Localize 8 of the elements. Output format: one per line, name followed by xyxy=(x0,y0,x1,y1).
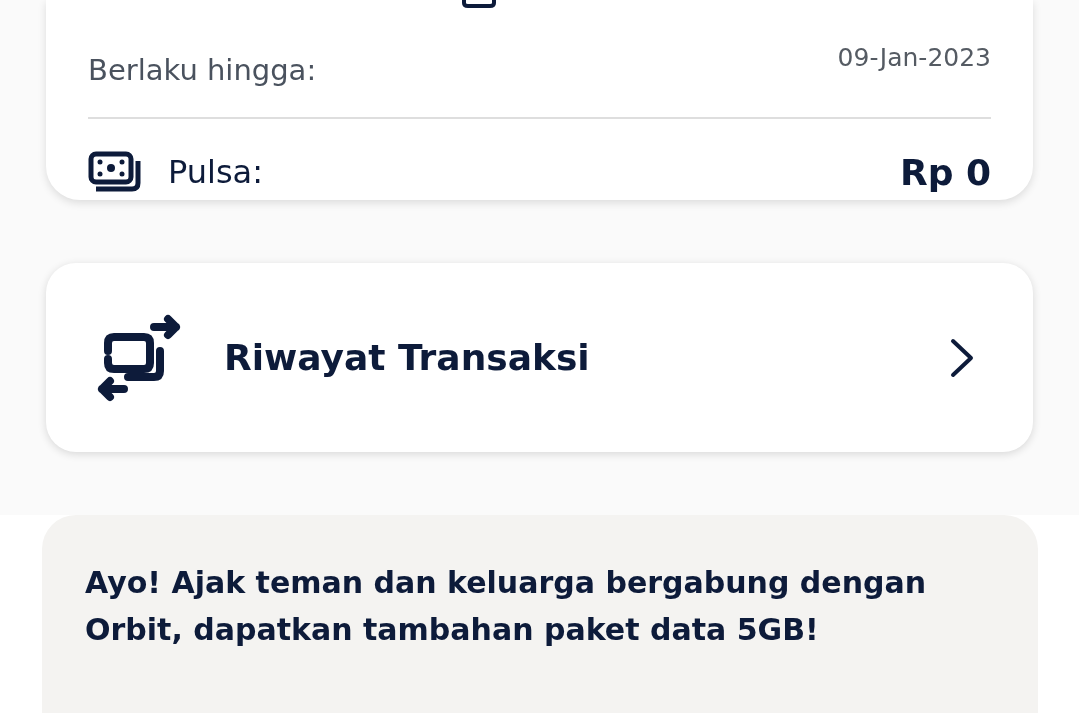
banknote-icon xyxy=(88,151,142,193)
valid-until-label: Berlaku hingga: xyxy=(88,53,317,87)
transaction-history-button[interactable]: Riwayat Transaksi xyxy=(46,263,1033,452)
valid-until-date: 09-Jan-2023 xyxy=(837,43,991,72)
credit-value: Rp 0 xyxy=(899,151,991,193)
promo-text: Ayo! Ajak teman dan keluarga bergabung dengan Orbit, dapatkan tambahan paket data 5GB! xyxy=(85,564,928,649)
chevron-right-icon xyxy=(949,336,975,379)
credit-label: Pulsa: xyxy=(168,153,263,191)
